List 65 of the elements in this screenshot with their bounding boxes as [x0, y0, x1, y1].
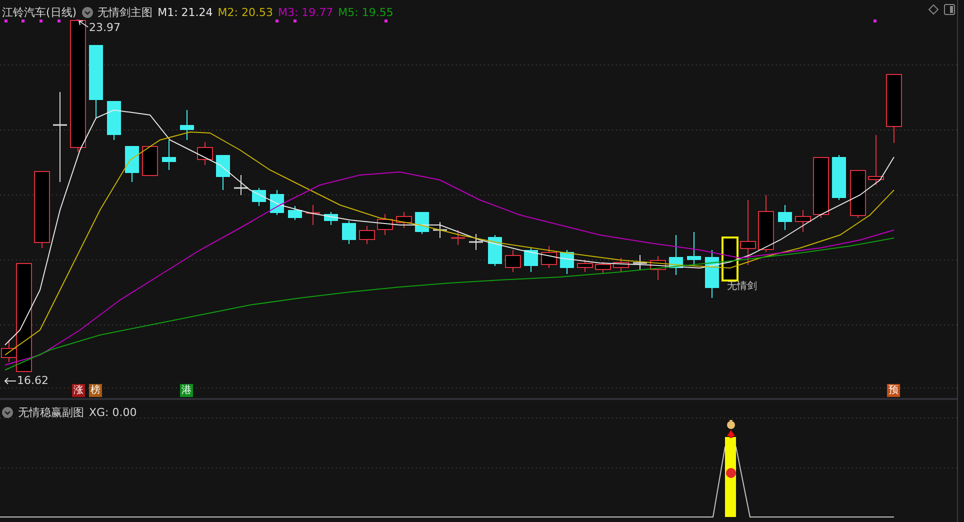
candlestick	[252, 188, 266, 206]
candlestick	[541, 246, 557, 268]
candlestick	[234, 174, 248, 196]
candlestick	[306, 204, 320, 226]
moving-average-value: M1: 21.24	[158, 6, 213, 19]
candlestick	[216, 154, 230, 190]
signal-badge: 预	[887, 384, 900, 397]
candlestick	[142, 146, 158, 176]
collapse-icon[interactable]	[82, 7, 93, 18]
candlestick	[505, 250, 521, 272]
candlestick	[415, 212, 429, 234]
high-arrow-icon	[78, 20, 88, 28]
candlestick	[650, 256, 666, 280]
candlestick	[560, 250, 574, 274]
candlestick	[524, 248, 538, 272]
panel-icon[interactable]	[944, 4, 955, 15]
indicator-name: 无情稳赢副图	[18, 405, 84, 420]
candlestick	[162, 140, 176, 170]
indicator-name: 无情剑主图	[98, 5, 153, 20]
candlestick	[886, 74, 902, 144]
candlestick	[832, 154, 846, 200]
candlestick	[850, 170, 866, 218]
candlestick	[795, 210, 811, 232]
candlestick	[377, 214, 393, 236]
candlestick	[197, 142, 213, 166]
moving-average-value: M2: 20.53	[218, 6, 273, 19]
moving-average-value: M3: 19.77	[278, 6, 334, 19]
signal-label: 无情剑	[727, 280, 757, 293]
candlestick	[396, 212, 412, 228]
candlestick	[469, 234, 483, 250]
low-arrow-icon	[4, 378, 16, 384]
candlestick	[433, 222, 447, 238]
candlestick	[613, 258, 629, 272]
candlestick	[868, 134, 884, 186]
high-price-label: 23.97	[89, 21, 120, 34]
collapse-icon[interactable]	[2, 407, 13, 418]
candlestick	[324, 212, 338, 226]
candlestick	[595, 262, 611, 274]
indicator-value: XG: 0.00	[89, 406, 137, 419]
candlestick	[107, 100, 121, 140]
candlestick	[722, 236, 738, 282]
candlestick	[813, 156, 829, 218]
candlestick	[180, 110, 194, 140]
candlestick	[633, 254, 647, 270]
candlestick	[288, 206, 302, 220]
candlestick	[451, 230, 465, 246]
candlestick	[669, 234, 683, 276]
moving-average-value: M5: 19.55	[338, 6, 394, 19]
money-bag-icon	[727, 420, 735, 429]
candlestick	[125, 146, 139, 182]
low-price-label: 16.62	[17, 374, 48, 387]
signal-badge: 涨	[72, 384, 85, 397]
candlestick	[758, 194, 774, 252]
candlestick	[577, 260, 593, 272]
candlestick	[778, 204, 792, 230]
candlestick	[342, 220, 356, 244]
candlestick	[687, 232, 701, 266]
candlestick	[359, 226, 375, 244]
candlestick	[488, 234, 502, 266]
signal-badge: 港	[180, 384, 193, 397]
stock-title: 江铃汽车(日线)	[2, 5, 77, 20]
diamond-icon[interactable]	[928, 4, 939, 15]
signal-badge: 榜	[89, 384, 102, 397]
candlestick	[705, 250, 719, 298]
candlestick	[740, 200, 756, 266]
